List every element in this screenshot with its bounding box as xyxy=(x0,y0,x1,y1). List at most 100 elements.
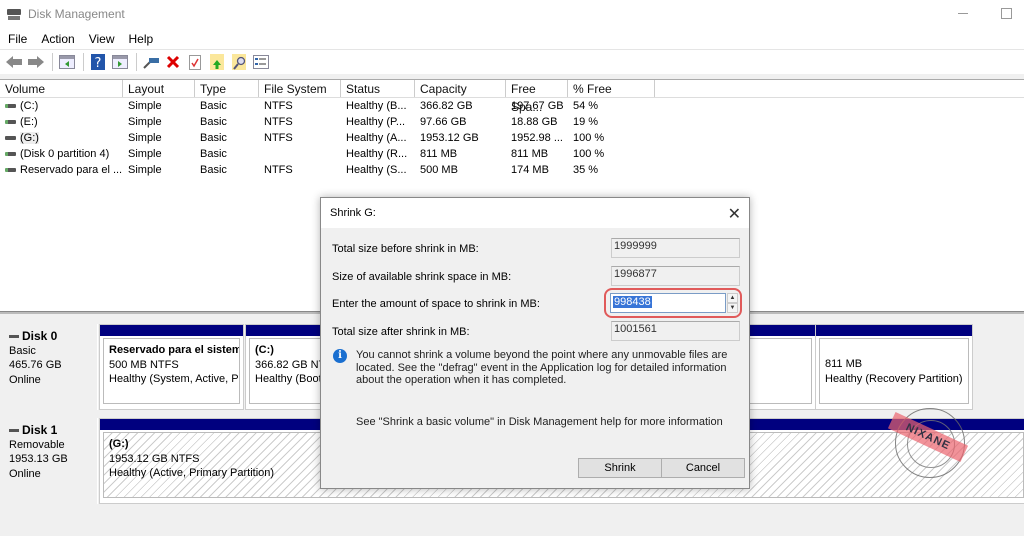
total-after-label: Total size after shrink in MB: xyxy=(332,326,470,338)
minimize-button[interactable] xyxy=(956,6,970,20)
cell-free: 811 MB xyxy=(511,148,549,160)
cancel-button[interactable]: Cancel xyxy=(661,458,745,478)
column-file-system[interactable]: File System xyxy=(259,80,341,97)
spin-down-icon[interactable]: ▼ xyxy=(727,303,738,313)
volume-icon xyxy=(5,104,16,109)
partition-e[interactable] xyxy=(740,324,816,410)
column-capacity[interactable]: Capacity xyxy=(415,80,506,97)
disk-name: Disk 0 xyxy=(9,329,97,344)
table-row[interactable]: (Disk 0 partition 4) Simple Basic Healthy (… xyxy=(0,146,1024,162)
info-message: You cannot shrink a volume beyond the po… xyxy=(356,349,728,386)
column-volume[interactable]: Volume xyxy=(0,80,123,97)
volume-icon xyxy=(5,168,16,173)
close-icon[interactable]: ✕ xyxy=(728,204,741,224)
cell-fs: NTFS xyxy=(264,132,293,144)
cell-type: Basic xyxy=(200,132,227,144)
cell-capacity: 500 MB xyxy=(420,164,458,176)
table-row[interactable]: (C:) Simple Basic NTFS Healthy (B... 366.82 G… xyxy=(0,98,1024,114)
menu-file[interactable]: File xyxy=(2,32,33,46)
shrink-amount-input[interactable]: 998438 xyxy=(610,293,726,313)
disk-name: Disk 1 xyxy=(9,423,97,438)
shrink-amount-stepper[interactable]: ▲ ▼ xyxy=(727,293,738,313)
cell-layout: Simple xyxy=(128,116,162,128)
cell-free: 197.67 GB xyxy=(511,100,564,112)
cell-capacity: 811 MB xyxy=(420,148,458,160)
available-shrink-field: 1996877 xyxy=(611,266,740,286)
toolbar-separator xyxy=(52,53,53,71)
total-after-field: 1001561 xyxy=(611,321,740,341)
cell-layout: Simple xyxy=(128,132,162,144)
cell-status: Healthy (R... xyxy=(346,148,408,160)
table-row[interactable]: (E:) Simple Basic NTFS Healthy (P... 97.66 GB… xyxy=(0,114,1024,130)
cell-capacity: 366.82 GB xyxy=(420,100,473,112)
partition-status: Healthy (System, Active, P xyxy=(109,373,239,385)
cell-layout: Simple xyxy=(128,100,162,112)
import-icon[interactable] xyxy=(207,52,227,72)
total-before-label: Total size before shrink in MB: xyxy=(332,243,479,255)
cell-volume: Reservado para el ... xyxy=(0,164,123,176)
cell-status: Healthy (P... xyxy=(346,116,406,128)
disk-1-label[interactable]: Disk 1 Removable 1953.13 GB Online xyxy=(2,418,98,504)
search-icon[interactable] xyxy=(229,52,249,72)
partition-bar xyxy=(816,325,972,336)
column-type[interactable]: Type xyxy=(195,80,259,97)
cell-type: Basic xyxy=(200,164,227,176)
connect-icon[interactable] xyxy=(141,52,161,72)
cell-type: Basic xyxy=(200,116,227,128)
cell-free: 174 MB xyxy=(511,164,549,176)
volume-icon xyxy=(5,152,16,157)
menu-view[interactable]: View xyxy=(83,32,121,46)
volume-name: (G:) xyxy=(20,132,39,144)
cell-pct: 100 % xyxy=(573,132,605,144)
help-icon[interactable]: ? xyxy=(88,52,108,72)
spin-up-icon[interactable]: ▲ xyxy=(727,293,738,303)
dialog-title: Shrink G: xyxy=(321,198,749,228)
forward-icon[interactable] xyxy=(26,52,46,72)
delete-icon[interactable] xyxy=(163,52,183,72)
cell-type: Basic xyxy=(200,100,227,112)
cell-layout: Simple xyxy=(128,164,162,176)
column-percent-free[interactable]: % Free xyxy=(568,80,655,97)
table-row[interactable]: (G:) Simple Basic NTFS Healthy (A... 1953.12 … xyxy=(0,130,1024,146)
cell-pct: 54 % xyxy=(573,100,599,112)
cell-volume: (Disk 0 partition 4) xyxy=(0,148,123,160)
volume-name: Reservado para el ... xyxy=(20,164,123,176)
shrink-amount-label: Enter the amount of space to shrink in M… xyxy=(332,298,540,310)
cell-status: Healthy (B... xyxy=(346,100,407,112)
column-status[interactable]: Status xyxy=(341,80,415,97)
column-free-space[interactable]: Free Spa... xyxy=(506,80,568,114)
table-row[interactable]: Reservado para el ... Simple Basic NTFS Heal… xyxy=(0,162,1024,178)
total-before-field: 1999999 xyxy=(611,238,740,258)
help-message: See "Shrink a basic volume" in Disk Mana… xyxy=(356,416,723,428)
action-pane-icon[interactable] xyxy=(110,52,130,72)
column-layout[interactable]: Layout xyxy=(123,80,195,97)
disk-size: 1953.13 GB xyxy=(9,453,68,465)
shrink-button[interactable]: Shrink xyxy=(578,458,662,478)
partition-size: 500 MB NTFS xyxy=(109,358,179,371)
partition-name: Reservado para el sistem xyxy=(109,344,240,356)
properties-icon[interactable] xyxy=(185,52,205,72)
disk-0-label[interactable]: Disk 0 Basic 465.76 GB Online xyxy=(2,324,98,410)
menu-bar: File Action View Help xyxy=(0,28,1024,50)
partition-c[interactable]: (C:) 366.82 GB NTF Healthy (Boot xyxy=(245,324,325,410)
partition-recovery[interactable]: 811 MB Healthy (Recovery Partition) xyxy=(815,324,973,410)
partition-status: Healthy (Boot xyxy=(255,373,321,385)
menu-help[interactable]: Help xyxy=(123,32,160,46)
toolbar-separator xyxy=(136,53,137,71)
console-tree-icon[interactable] xyxy=(57,52,77,72)
settings-list-icon[interactable] xyxy=(251,52,271,72)
menu-action[interactable]: Action xyxy=(35,32,80,46)
disk-state: Online xyxy=(9,467,41,480)
window-title: Disk Management xyxy=(28,7,125,21)
partition-system-reserved[interactable]: Reservado para el sistem 500 MB NTFS Hea… xyxy=(99,324,244,410)
back-icon[interactable] xyxy=(4,52,24,72)
maximize-button[interactable] xyxy=(1001,8,1012,19)
cell-capacity: 97.66 GB xyxy=(420,116,467,128)
volume-icon xyxy=(5,120,16,125)
toolbar-separator xyxy=(83,53,84,71)
cell-free: 1952.98 ... xyxy=(511,132,563,144)
svg-text:?: ? xyxy=(95,56,102,70)
shrink-amount-value: 998438 xyxy=(613,296,652,308)
partition-size: 811 MB xyxy=(825,358,863,370)
cell-layout: Simple xyxy=(128,148,162,160)
